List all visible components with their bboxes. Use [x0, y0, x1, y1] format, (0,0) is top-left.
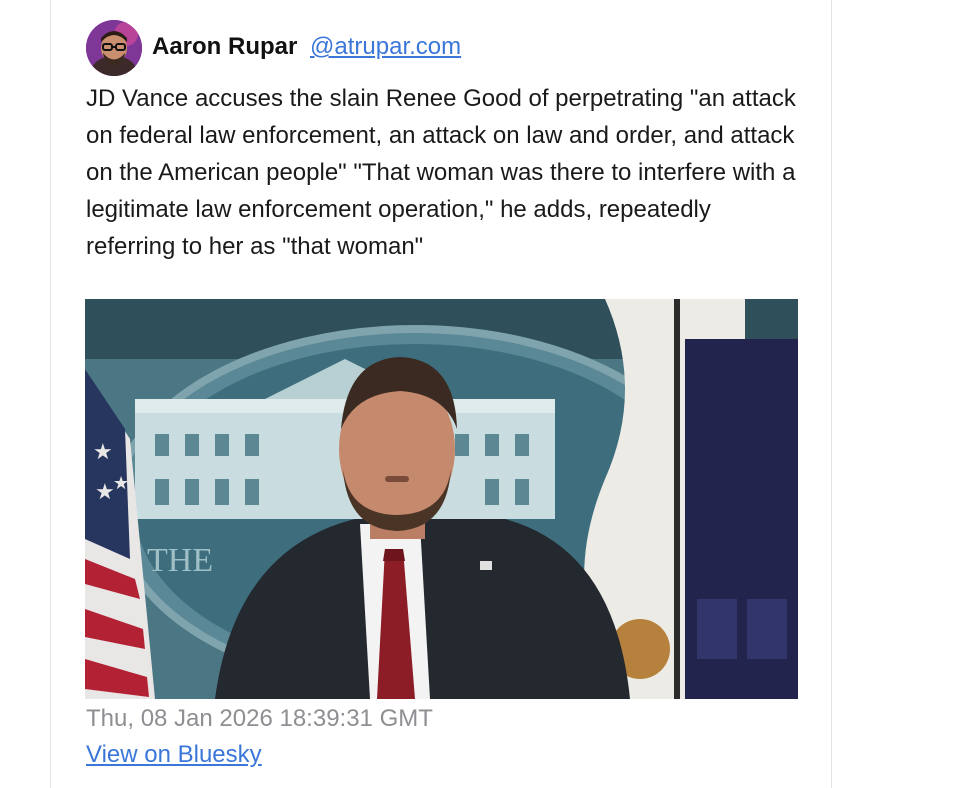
press-briefing-photo: THE ★ ★ ★ [85, 299, 798, 699]
author-name[interactable]: Aaron Rupar [152, 33, 297, 60]
flag-lapel-pin-icon [480, 561, 492, 570]
avatar-image [86, 20, 142, 76]
author-handle-link[interactable]: @atrupar.com [310, 33, 461, 60]
post-text: JD Vance accuses the slain Renee Good of… [86, 85, 796, 260]
svg-text:★: ★ [93, 439, 113, 464]
author-avatar[interactable] [86, 20, 142, 76]
view-on-bluesky-link[interactable]: View on Bluesky [86, 740, 262, 770]
svg-text:★: ★ [113, 473, 129, 493]
post-media-image[interactable]: THE ★ ★ ★ [85, 299, 798, 699]
backdrop-sign-text: THE [147, 542, 213, 579]
author-line: Aaron Rupar @atrupar.com [152, 32, 461, 62]
post-timestamp: Thu, 08 Jan 2026 18:39:31 GMT [86, 705, 433, 732]
svg-text:★: ★ [95, 479, 115, 504]
